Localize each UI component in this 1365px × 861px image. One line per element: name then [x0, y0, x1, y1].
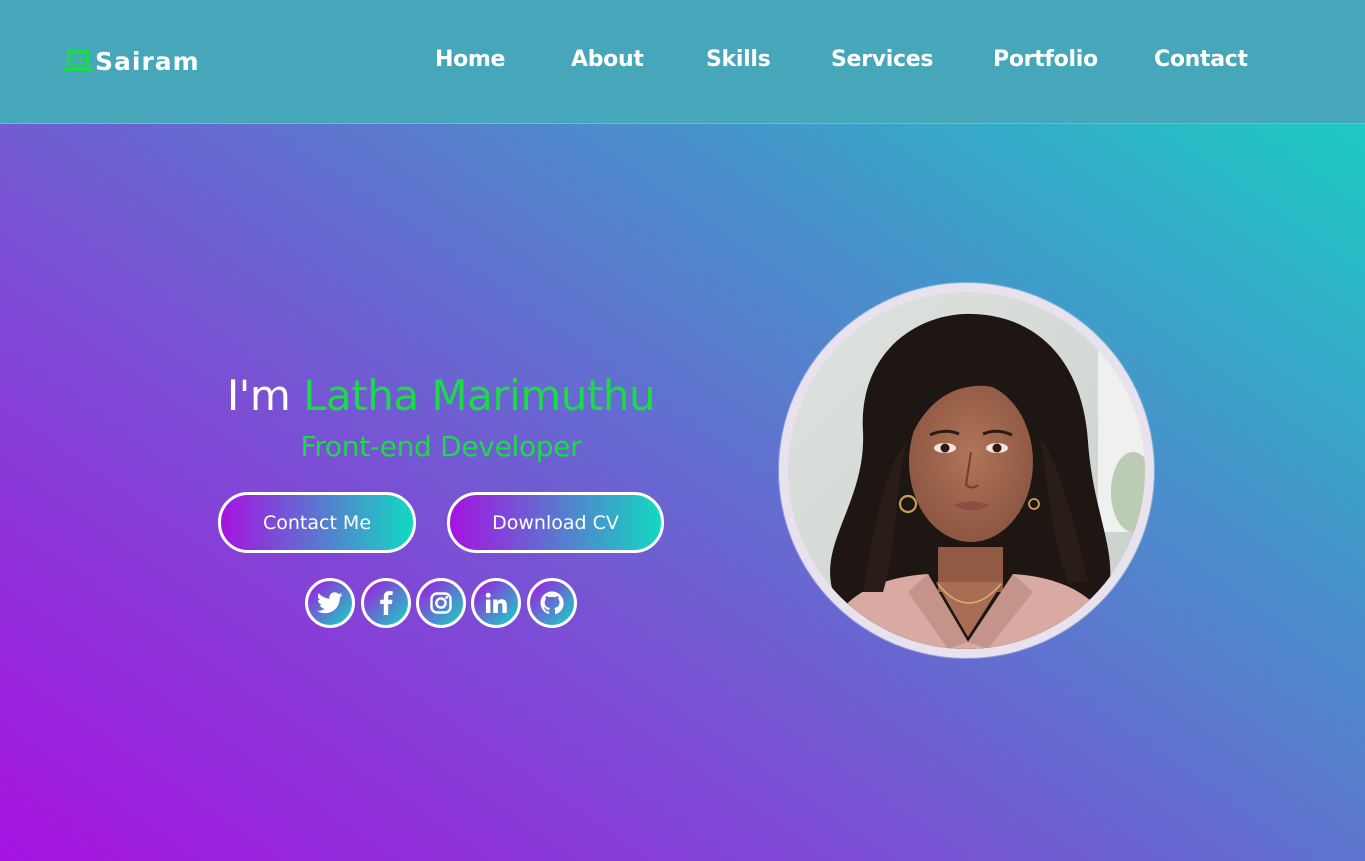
nav-portfolio[interactable]: Portfolio [993, 44, 1098, 76]
hero-role: Front-end Developer [300, 430, 582, 463]
nav-skills[interactable]: Skills [706, 44, 771, 76]
hero-title: I'm Latha Marimuthu [180, 365, 702, 427]
download-cv-button[interactable]: Download CV [447, 492, 664, 553]
hero-greeting: I'm [226, 371, 291, 420]
instagram-link[interactable] [416, 578, 466, 628]
instagram-icon [430, 592, 452, 614]
profile-photo-frame [779, 283, 1154, 658]
navbar: Sairam Home About Skills Services Portfo… [0, 0, 1365, 124]
facebook-icon [379, 591, 393, 615]
profile-photo [788, 292, 1145, 649]
hero-intro: I'm Latha Marimuthu Front-end Developer [180, 365, 702, 467]
brand-name: Sairam [95, 46, 200, 76]
nav-home[interactable]: Home [435, 44, 505, 76]
twitter-icon [317, 592, 343, 614]
brand-logo[interactable]: Sairam [62, 44, 200, 78]
nav-services[interactable]: Services [831, 44, 933, 76]
hero-name: Latha Marimuthu [303, 371, 656, 420]
nav-about[interactable]: About [571, 44, 644, 76]
nav-contact[interactable]: Contact [1154, 44, 1248, 76]
github-link[interactable] [527, 578, 577, 628]
laptop-code-icon [62, 48, 94, 74]
linkedin-icon [485, 592, 507, 614]
github-icon [540, 591, 564, 615]
twitter-link[interactable] [305, 578, 355, 628]
linkedin-link[interactable] [471, 578, 521, 628]
facebook-link[interactable] [361, 578, 411, 628]
page: Sairam Home About Skills Services Portfo… [0, 0, 1365, 861]
contact-me-button[interactable]: Contact Me [218, 492, 416, 553]
